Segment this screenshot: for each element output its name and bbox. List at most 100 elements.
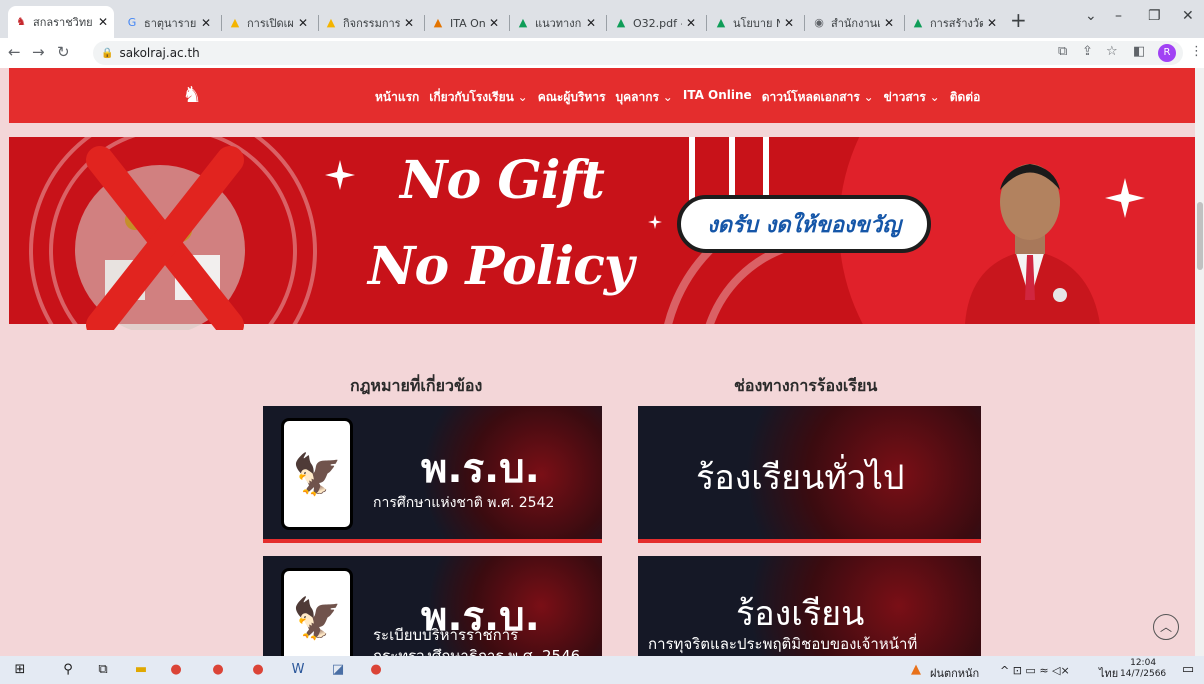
complaint-card-corruption[interactable]: ร้องเรียน การทุจริตและประพฤติมิชอบของเจ้… xyxy=(638,556,981,656)
tab-search-icon[interactable]: ⌄ xyxy=(1085,8,1097,24)
browser-tab[interactable]: ▲ กิจกรรมการ ✕ xyxy=(318,8,420,38)
clock-time: 12:04 xyxy=(1130,658,1157,668)
sparkle-icon xyxy=(325,160,355,190)
url-text: sakolraj.ac.th xyxy=(119,46,200,60)
drive-favicon-icon: ▲ xyxy=(518,16,528,29)
close-tab-icon[interactable]: ✕ xyxy=(489,16,499,30)
new-tab-button[interactable]: + xyxy=(1010,8,1027,32)
reload-icon[interactable]: ↻ xyxy=(57,43,70,61)
banner-line-1: No Gift xyxy=(400,150,605,211)
nav-menu-item[interactable]: เกี่ยวกับโรงเรียน xyxy=(429,88,527,107)
notifications-icon[interactable]: ▭ xyxy=(1180,662,1196,678)
browser-tab[interactable]: ▲ ITA Online ✕ xyxy=(425,8,505,38)
close-tab-icon[interactable]: ✕ xyxy=(404,16,414,30)
school-logo-icon[interactable]: ♞ xyxy=(182,82,202,110)
chrome-icon[interactable]: ● xyxy=(250,662,266,678)
scrollbar-thumb[interactable] xyxy=(1197,202,1203,270)
tab-title: นโยบาย No xyxy=(733,17,780,30)
address-bar[interactable]: 🔒 sakolraj.ac.th xyxy=(93,41,1183,65)
school-favicon-icon: ♞ xyxy=(16,15,26,28)
cross-out-gift-icon xyxy=(75,146,245,330)
divider xyxy=(9,123,1195,137)
law-card-subtitle-2: กระทรวงศึกษาธิการ พ.ศ. 2546 xyxy=(373,647,581,656)
nav-menu-item[interactable]: คณะผู้บริหาร xyxy=(538,88,606,107)
bookmark-star-icon[interactable]: ☆ xyxy=(1106,44,1118,59)
close-tab-icon[interactable]: ✕ xyxy=(298,16,308,30)
page-scrollbar[interactable] xyxy=(1195,68,1204,656)
close-tab-icon[interactable]: ✕ xyxy=(201,16,211,30)
ita-favicon-icon: ▲ xyxy=(433,16,443,29)
weather-text[interactable]: ฝนตกหนัก xyxy=(930,664,979,682)
sparkle-icon xyxy=(1105,178,1145,218)
app-icon[interactable]: ◪ xyxy=(330,662,346,678)
laws-section-title: กฎหมายที่เกี่ยวข้อง xyxy=(350,376,483,395)
browser-tab[interactable]: ▲ แนวทางการป ✕ xyxy=(510,8,602,38)
tab-title: แนวทางการป xyxy=(535,17,582,30)
taskbar-clock[interactable]: 12:04 14/7/2566 xyxy=(1120,658,1166,680)
file-explorer-icon[interactable]: ▬ xyxy=(133,662,149,678)
task-view-icon[interactable]: ⧉ xyxy=(95,662,111,678)
language-indicator[interactable]: ไทย xyxy=(1099,664,1118,682)
complaint-card-general[interactable]: ร้องเรียนทั่วไป xyxy=(638,406,981,543)
tab-title: กิจกรรมการ xyxy=(343,17,400,30)
close-tab-icon[interactable]: ✕ xyxy=(784,16,794,30)
complaint-card-heading: ร้องเรียนทั่วไป xyxy=(696,458,905,498)
warning-favicon-icon: ▲ xyxy=(230,16,240,29)
menu-kebab-icon[interactable]: ⋮ xyxy=(1190,44,1203,59)
tab-title: ITA Online xyxy=(450,16,485,30)
chrome-icon[interactable]: ● xyxy=(168,662,184,678)
chrome-icon[interactable]: ● xyxy=(368,662,384,678)
google-favicon-icon: G xyxy=(127,16,137,29)
nav-menu-item[interactable]: ดาวน์โหลดเอกสาร xyxy=(762,88,874,107)
browser-tab[interactable]: ▲ การสร้างวัฒ ✕ xyxy=(905,8,1003,38)
nav-menu-item[interactable]: บุคลากร xyxy=(616,88,673,107)
browser-tab[interactable]: ♞ สกลราชวิทย ✕ xyxy=(8,6,114,38)
browser-tab[interactable]: ▲ นโยบาย No ✕ xyxy=(708,8,800,38)
forward-icon[interactable]: → xyxy=(32,43,45,61)
chrome-icon[interactable]: ● xyxy=(210,662,226,678)
tray-icons[interactable]: ^ ⊡ ▭ ≈ ◁× xyxy=(1000,664,1070,677)
nav-menu-item[interactable]: ITA Online xyxy=(683,88,752,107)
lock-icon: 🔒 xyxy=(101,47,114,59)
warning-favicon-icon: ▲ xyxy=(326,16,336,29)
weather-icon[interactable]: ▲ xyxy=(908,662,924,678)
scroll-to-top-button[interactable]: ︿ xyxy=(1153,614,1179,640)
browser-tab[interactable]: G ธาตุนารายณ์ ✕ xyxy=(119,8,217,38)
complaints-section-title: ช่องทางการร้องเรียน xyxy=(734,376,878,395)
minimize-icon[interactable]: – xyxy=(1115,8,1122,24)
law-card-admin-act[interactable]: 🦅 พ.ร.บ. ระเบียบบริหารราชการ กระทรวงศึกษ… xyxy=(263,556,602,656)
close-tab-icon[interactable]: ✕ xyxy=(987,16,997,30)
tab-title: สำนักงานเขต xyxy=(831,17,880,30)
close-tab-icon[interactable]: ✕ xyxy=(686,16,696,30)
law-card-education-act[interactable]: 🦅 พ.ร.บ. การศึกษาแห่งชาติ พ.ศ. 2542 xyxy=(263,406,602,543)
side-panel-icon[interactable]: ◧ xyxy=(1133,44,1145,59)
tab-title: O32.pdf - G xyxy=(633,16,682,30)
director-photo xyxy=(965,164,1100,324)
back-icon[interactable]: ← xyxy=(8,43,21,61)
restore-icon[interactable]: ❐ xyxy=(1148,8,1161,24)
profile-avatar[interactable]: R xyxy=(1158,44,1176,62)
word-icon[interactable]: W xyxy=(290,662,306,678)
garuda-emblem-icon: 🦅 xyxy=(281,418,353,530)
close-tab-icon[interactable]: ✕ xyxy=(884,16,894,30)
drive-favicon-icon: ▲ xyxy=(913,16,923,29)
main-menu: หน้าแรก เกี่ยวกับโรงเรียน คณะผู้บริหาร บุคล… xyxy=(375,88,980,107)
search-icon[interactable]: ⚲ xyxy=(60,662,76,678)
tab-separator xyxy=(804,15,805,31)
share-icon[interactable]: ⇪ xyxy=(1082,44,1093,59)
tab-separator xyxy=(606,15,607,31)
browser-tab[interactable]: ◉ สำนักงานเขต ✕ xyxy=(806,8,900,38)
close-window-icon[interactable]: ✕ xyxy=(1182,8,1194,24)
close-tab-icon[interactable]: ✕ xyxy=(586,16,596,30)
drive-favicon-icon: ▲ xyxy=(616,16,626,29)
nav-menu-item[interactable]: ข่าวสาร xyxy=(884,88,940,107)
nav-menu-item[interactable]: หน้าแรก xyxy=(375,88,419,107)
browser-tab[interactable]: ▲ การเปิดเผยข้ ✕ xyxy=(222,8,314,38)
browser-tab[interactable]: ▲ O32.pdf - G ✕ xyxy=(608,8,702,38)
windows-start-icon[interactable]: ⊞ xyxy=(12,662,28,678)
close-tab-icon[interactable]: ✕ xyxy=(98,15,108,29)
browser-toolbar: ← → ↻ 🔒 sakolraj.ac.th ⧉ ⇪ ☆ ◧ ⋮ xyxy=(0,38,1204,68)
clock-date: 14/7/2566 xyxy=(1120,669,1167,679)
nav-menu-item[interactable]: ติดต่อ xyxy=(950,88,981,107)
translate-icon[interactable]: ⧉ xyxy=(1058,44,1067,59)
